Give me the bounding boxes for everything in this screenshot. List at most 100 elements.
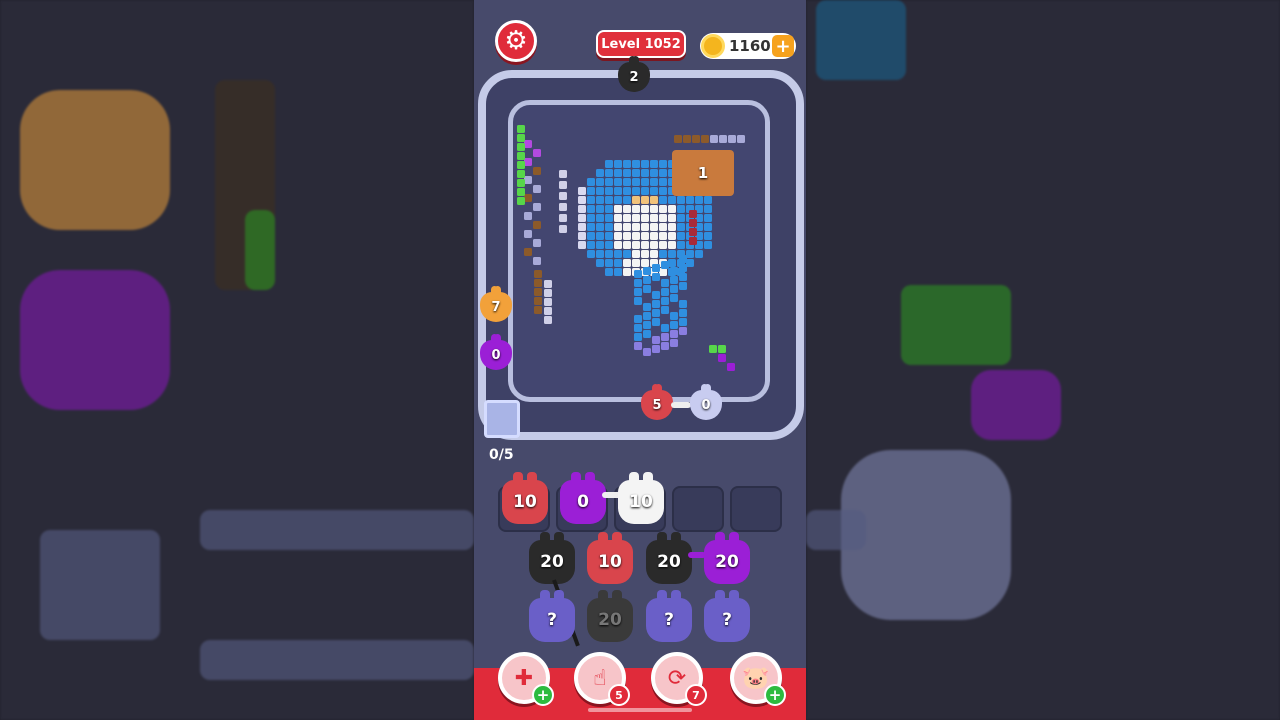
- pixel-block: [605, 205, 613, 213]
- bg-conveyor: [200, 510, 474, 550]
- pixel-block: [533, 203, 541, 211]
- bg-box: [40, 530, 160, 640]
- queue-slot-empty[interactable]: [672, 486, 724, 532]
- pixel-block: [650, 232, 658, 240]
- pixel-block: [643, 276, 651, 284]
- pixel-block: [704, 214, 712, 222]
- pixel-block: [534, 279, 542, 287]
- pixel-block: [641, 241, 649, 249]
- pixel-block: [659, 214, 667, 222]
- pixel-block: [605, 178, 613, 186]
- pixel-block: [719, 135, 727, 143]
- pixel-block: [643, 267, 651, 275]
- grid-pig-count: 10: [598, 552, 622, 572]
- pixel-block: [614, 250, 622, 258]
- shuffle-badge: 7: [685, 684, 707, 706]
- pixel-block: [650, 241, 658, 249]
- pixel-block: [614, 259, 622, 267]
- pixel-block: [659, 232, 667, 240]
- pixel-block: [641, 169, 649, 177]
- grid-pig-locked: 20: [587, 590, 633, 642]
- pixel-block: [652, 300, 660, 308]
- pixel-block: [524, 194, 532, 202]
- pixel-block: [668, 223, 676, 231]
- queue-pig-purple[interactable]: 0: [560, 472, 606, 524]
- queue-pig-count: 10: [629, 492, 653, 512]
- grid-pig-black[interactable]: 20: [529, 532, 575, 584]
- pixel-block: [677, 223, 685, 231]
- grid-pig-mystery[interactable]: ?: [646, 590, 692, 642]
- pixel-block: [677, 214, 685, 222]
- pixel-block: [695, 250, 703, 258]
- pixel-block: [650, 187, 658, 195]
- pixel-block: [587, 250, 595, 258]
- pixel-block: [718, 345, 726, 353]
- queue-pig-red[interactable]: 10: [502, 472, 548, 524]
- game-screen: ⚙ Level 1052 1160 + 2 1 7 0 5 0 0/5 10 0…: [474, 0, 806, 720]
- grid-pig-purple[interactable]: 20: [704, 532, 750, 584]
- pixel-block: [632, 232, 640, 240]
- pixel-block: [643, 330, 651, 338]
- pixel-block: [632, 259, 640, 267]
- conveyor-entry-box: [484, 400, 520, 438]
- pixel-block: [632, 250, 640, 258]
- add-coins-button[interactable]: +: [772, 35, 794, 57]
- home-indicator: [588, 708, 692, 712]
- settings-button[interactable]: ⚙: [495, 20, 537, 62]
- queue-slot-empty[interactable]: [730, 486, 782, 532]
- magnet-pig-button[interactable]: 🐷 +: [730, 652, 786, 706]
- pixel-block: [677, 196, 685, 204]
- pixel-block: [578, 196, 586, 204]
- pixel-block: [659, 178, 667, 186]
- pixel-block: [632, 214, 640, 222]
- queue-pig-white[interactable]: 10: [618, 472, 664, 524]
- pixel-block: [634, 288, 642, 296]
- hand-button[interactable]: ☝ 5: [574, 652, 630, 706]
- pixel-block: [661, 306, 669, 314]
- pixel-block: [517, 143, 525, 151]
- crate-count: 1: [697, 164, 709, 182]
- grid-pig-red[interactable]: 10: [587, 532, 633, 584]
- pixel-block: [623, 232, 631, 240]
- add-slot-button[interactable]: ✚ +: [498, 652, 554, 706]
- pixel-block: [634, 324, 642, 332]
- bg-pig-purple: [20, 270, 170, 410]
- background-left: [0, 0, 474, 720]
- pixel-block: [668, 205, 676, 213]
- shuffle-button[interactable]: ⟳ 7: [651, 652, 707, 706]
- pixel-block: [623, 169, 631, 177]
- pixel-block: [605, 169, 613, 177]
- track-pig-count: 0: [701, 397, 711, 413]
- pixel-block: [623, 223, 631, 231]
- pixel-block: [605, 250, 613, 258]
- grid-pig-black[interactable]: 20: [646, 532, 692, 584]
- pixel-block: [686, 196, 694, 204]
- pixel-block: [623, 178, 631, 186]
- pixel-block: [596, 232, 604, 240]
- pixel-block: [710, 135, 718, 143]
- pixel-block: [652, 273, 660, 281]
- pixel-block: [632, 178, 640, 186]
- pixel-block: [659, 223, 667, 231]
- pixel-block: [614, 232, 622, 240]
- grid-pig-count: ?: [547, 610, 557, 630]
- pixel-block: [632, 223, 640, 231]
- pixel-block: [689, 228, 697, 236]
- pixel-block: [661, 297, 669, 305]
- pixel-block: [659, 187, 667, 195]
- pixel-block: [605, 232, 613, 240]
- bg-conveyor-2: [200, 640, 474, 680]
- pixel-block: [533, 167, 541, 175]
- pixel-block: [659, 268, 667, 276]
- grid-pig-mystery[interactable]: ?: [704, 590, 750, 642]
- pixel-block: [677, 232, 685, 240]
- pixel-block: [634, 279, 642, 287]
- pixel-block: [659, 196, 667, 204]
- pixel-block: [614, 196, 622, 204]
- pixel-block: [641, 178, 649, 186]
- pixel-block: [614, 187, 622, 195]
- pixel-block: [578, 214, 586, 222]
- pixel-block: [605, 187, 613, 195]
- grid-pig-mystery[interactable]: ?: [529, 590, 575, 642]
- pixel-block: [605, 160, 613, 168]
